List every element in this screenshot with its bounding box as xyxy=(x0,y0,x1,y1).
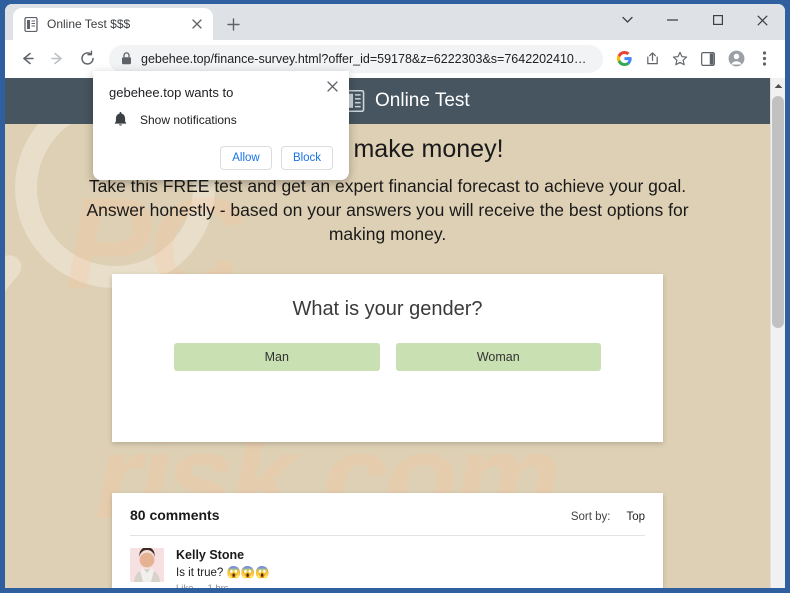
answer-option-woman[interactable]: Woman xyxy=(395,343,601,372)
bookmark-star-icon[interactable] xyxy=(667,46,693,72)
close-window-button[interactable] xyxy=(740,4,785,36)
lock-icon xyxy=(121,52,133,65)
profile-avatar-icon[interactable] xyxy=(723,46,749,72)
document-icon xyxy=(23,16,39,32)
comment-author: Kelly Stone xyxy=(176,548,245,563)
minimize-button[interactable] xyxy=(650,4,695,36)
block-button[interactable]: Block xyxy=(281,146,333,170)
hero-subtext: Take this FREE test and get an expert fi… xyxy=(86,176,689,244)
new-tab-button[interactable] xyxy=(219,10,247,38)
side-panel-icon[interactable] xyxy=(695,46,721,72)
sort-by-value[interactable]: Top xyxy=(626,511,645,523)
tab-search-chevron-down-icon[interactable] xyxy=(605,4,650,36)
comments-count: 80 comments xyxy=(130,507,220,524)
browser-tab[interactable]: Online Test $$$ xyxy=(13,8,213,40)
permission-actions: Allow Block xyxy=(109,146,333,170)
permission-option-label: Show notifications xyxy=(140,113,237,127)
comment-body: Kelly Stone Is it true? 😱😱😱 Like 1 hrs xyxy=(176,548,645,588)
forward-button[interactable] xyxy=(43,45,71,73)
google-icon[interactable] xyxy=(611,46,637,72)
answer-row: Man Woman xyxy=(112,343,663,372)
reload-button[interactable] xyxy=(73,45,101,73)
scroll-up-arrow-icon[interactable] xyxy=(771,78,785,94)
back-button[interactable] xyxy=(13,45,41,73)
tab-close-icon[interactable] xyxy=(189,16,205,32)
notification-permission-dialog: gebehee.top wants to Show notifications … xyxy=(93,71,349,180)
question-title: What is your gender? xyxy=(292,298,483,321)
permission-dialog-title: gebehee.top wants to xyxy=(109,85,234,100)
comments-header: 80 comments Sort by: Top xyxy=(130,507,645,537)
comments-sort-control[interactable]: Sort by: Top xyxy=(571,511,645,523)
tab-title: Online Test $$$ xyxy=(47,17,131,31)
site-title: Online Test xyxy=(375,90,470,111)
allow-button[interactable]: Allow xyxy=(220,146,272,170)
sort-by-label: Sort by: xyxy=(570,511,611,524)
address-bar[interactable]: gebehee.top/finance-survey.html?offer_id… xyxy=(109,44,603,73)
maximize-button[interactable] xyxy=(695,4,740,36)
url-text: gebehee.top/finance-survey.html?offer_id… xyxy=(141,51,591,66)
tab-strip: Online Test $$$ xyxy=(5,4,785,40)
permission-option-row: Show notifications xyxy=(109,112,333,128)
close-icon[interactable] xyxy=(324,78,340,94)
avatar xyxy=(130,548,164,583)
list-item: Kelly Stone Is it true? 😱😱😱 Like 1 hrs xyxy=(130,536,645,588)
os-window-frame: Online Test $$$ gebehee.top/finance-surv… xyxy=(0,0,790,593)
comment-like-button[interactable]: Like xyxy=(176,583,193,588)
chrome-menu-icon[interactable] xyxy=(751,46,777,72)
share-icon[interactable] xyxy=(639,46,665,72)
answer-option-man[interactable]: Man xyxy=(174,343,380,372)
survey-question-card: What is your gender? Man Woman xyxy=(112,274,663,443)
page-scrollbar[interactable] xyxy=(770,78,785,588)
comments-card: 80 comments Sort by: Top Kelly Stone Is … xyxy=(112,493,663,588)
comment-meta: Like 1 hrs xyxy=(176,583,645,588)
chrome-browser-window: Online Test $$$ gebehee.top/finance-surv… xyxy=(5,4,785,588)
comment-timestamp: 1 hrs xyxy=(207,583,228,588)
scrollbar-thumb[interactable] xyxy=(772,96,784,328)
bell-icon xyxy=(113,112,128,128)
comment-text: Is it true? 😱😱😱 xyxy=(176,567,270,580)
window-controls xyxy=(605,4,785,36)
